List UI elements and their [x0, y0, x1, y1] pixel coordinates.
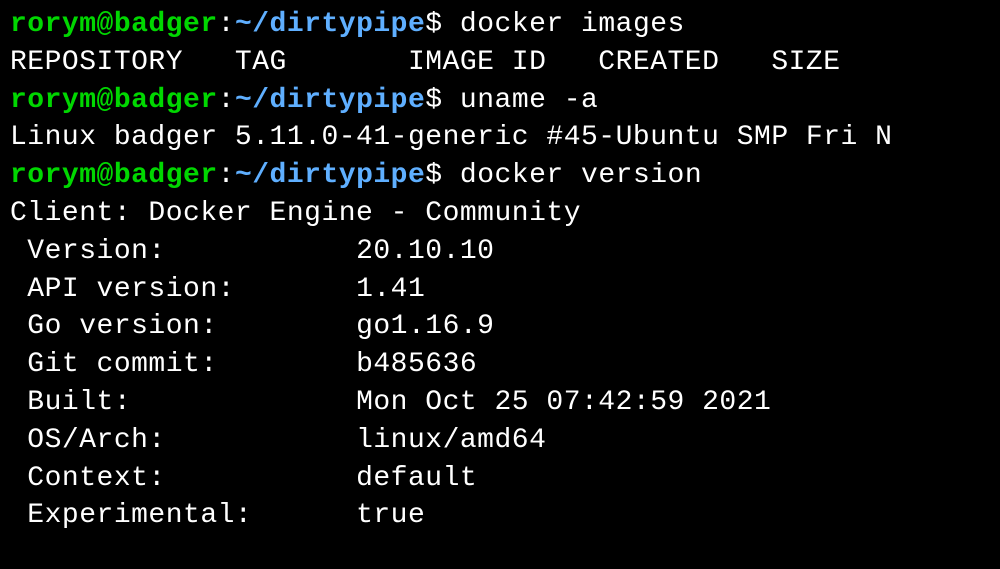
path: ~/dirtypipe: [235, 9, 425, 40]
kv-value: 20.10.10: [356, 233, 494, 271]
user-host: rorym@badger: [10, 85, 218, 116]
prompt-line-3: rorym@badger:~/dirtypipe$ docker version: [10, 157, 990, 195]
docker-version-header: Client: Docker Engine - Community: [10, 195, 990, 233]
kv-go-version: Go version: go1.16.9: [10, 308, 990, 346]
kv-label: Version:: [10, 233, 356, 271]
kv-label: Built:: [10, 384, 356, 422]
kv-git-commit: Git commit: b485636: [10, 346, 990, 384]
dollar: $: [425, 85, 442, 116]
user-host: rorym@badger: [10, 9, 218, 40]
kv-label: Git commit:: [10, 346, 356, 384]
path: ~/dirtypipe: [235, 160, 425, 191]
prompt-line-2: rorym@badger:~/dirtypipe$ uname -a: [10, 82, 990, 120]
dollar: $: [425, 160, 442, 191]
kv-context: Context: default: [10, 460, 990, 498]
kv-label: Context:: [10, 460, 356, 498]
command-text[interactable]: uname -a: [460, 85, 598, 116]
kv-value: true: [356, 497, 425, 535]
path: ~/dirtypipe: [235, 85, 425, 116]
command-text[interactable]: docker version: [460, 160, 702, 191]
kv-built: Built: Mon Oct 25 07:42:59 2021: [10, 384, 990, 422]
dollar: $: [425, 9, 442, 40]
colon: :: [218, 9, 235, 40]
uname-output: Linux badger 5.11.0-41-generic #45-Ubunt…: [10, 119, 990, 157]
kv-value: go1.16.9: [356, 308, 494, 346]
kv-label: API version:: [10, 271, 356, 309]
kv-value: Mon Oct 25 07:42:59 2021: [356, 384, 771, 422]
kv-value: default: [356, 460, 477, 498]
user-host: rorym@badger: [10, 160, 218, 191]
kv-label: Experimental:: [10, 497, 356, 535]
kv-label: Go version:: [10, 308, 356, 346]
kv-version: Version: 20.10.10: [10, 233, 990, 271]
docker-images-header: REPOSITORY TAG IMAGE ID CREATED SIZE: [10, 44, 990, 82]
command-text[interactable]: docker images: [460, 9, 685, 40]
kv-api-version: API version: 1.41: [10, 271, 990, 309]
kv-os-arch: OS/Arch: linux/amd64: [10, 422, 990, 460]
kv-value: 1.41: [356, 271, 425, 309]
colon: :: [218, 85, 235, 116]
prompt-line-1: rorym@badger:~/dirtypipe$ docker images: [10, 6, 990, 44]
kv-value: b485636: [356, 346, 477, 384]
colon: :: [218, 160, 235, 191]
kv-label: OS/Arch:: [10, 422, 356, 460]
kv-experimental: Experimental: true: [10, 497, 990, 535]
kv-value: linux/amd64: [356, 422, 546, 460]
